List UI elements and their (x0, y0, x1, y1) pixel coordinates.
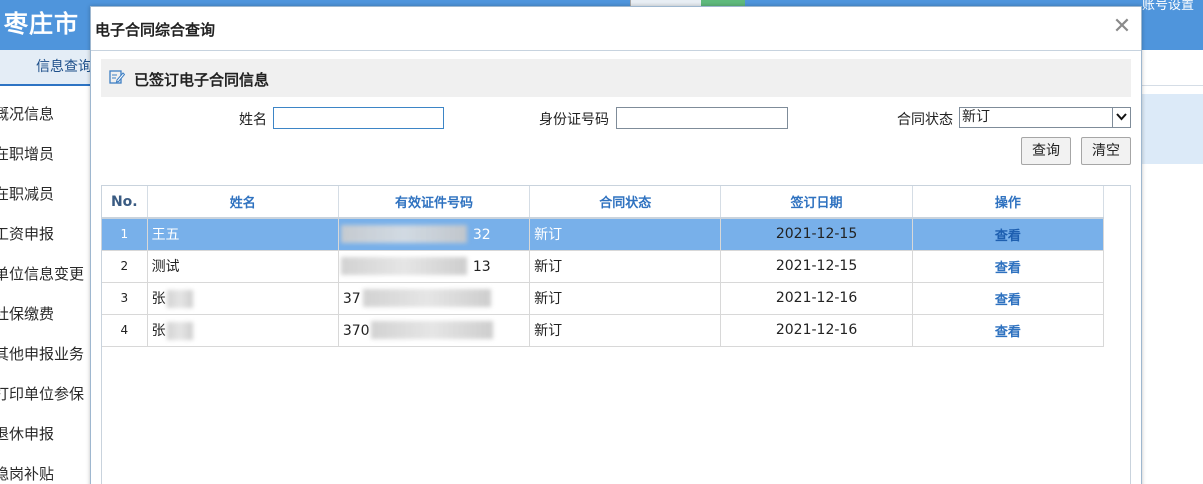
row-id-number: 32 (338, 218, 531, 251)
col-header-status: 合同状态 (529, 186, 722, 219)
search-button[interactable]: 查询 (1021, 137, 1071, 165)
row-date: 2021-12-16 (720, 282, 913, 315)
row-id-visible: 370 (342, 322, 370, 339)
app-title: 枣庄市 (4, 10, 79, 38)
sidebar-item[interactable]: 其他申报业务 (0, 334, 90, 374)
table-row[interactable]: 2 测试 13 新订 2021-12-15 查看 (102, 250, 1105, 283)
view-link[interactable]: 查看 (912, 250, 1105, 283)
sidebar-item[interactable]: 单位信息变更 (0, 254, 90, 294)
table-row[interactable]: 1 王五 32 新订 2021-12-15 查看 (102, 218, 1105, 251)
contract-query-dialog: 电子合同综合查询 ✕ 已签订电子合同信息 姓名 身份证号码 合同状态 新订 查询… (90, 6, 1142, 484)
section-title: 已签订电子合同信息 (134, 71, 270, 89)
sidebar-item[interactable]: 稳岗补贴 (0, 454, 90, 484)
row-name-visible: 张 (151, 323, 166, 339)
right-panel-highlight (1142, 94, 1203, 164)
row-name: 张 (147, 314, 339, 347)
name-label: 姓名 (239, 112, 267, 128)
table-row[interactable]: 4 张 370 新订 2021-12-16 查看 (102, 314, 1105, 347)
row-id-number: 37 (338, 282, 531, 315)
row-name: 测试 (147, 250, 339, 283)
col-header-name: 姓名 (147, 186, 339, 219)
view-link[interactable]: 查看 (912, 282, 1105, 315)
row-name-visible: 张 (151, 291, 166, 307)
sidebar-item[interactable]: 概况信息 (0, 94, 90, 134)
row-status: 新订 (529, 250, 722, 283)
edit-icon (109, 69, 126, 85)
row-status: 新订 (529, 314, 722, 347)
row-date: 2021-12-16 (720, 314, 913, 347)
row-id-number: 13 (338, 250, 531, 283)
sidebar-item[interactable]: 打印单位参保 (0, 374, 90, 414)
sidebar-item[interactable]: 退休申报 (0, 414, 90, 454)
tab-info-query[interactable]: 信息查询 (0, 50, 100, 86)
results-table: No. 姓名 有效证件号码 合同状态 签订日期 操作 1 王五 32 新订 20… (102, 186, 1105, 347)
col-header-id: 有效证件号码 (338, 186, 531, 219)
row-number: 3 (102, 282, 148, 315)
row-status: 新订 (529, 282, 722, 315)
close-icon[interactable]: ✕ (1111, 16, 1133, 38)
sidebar-item[interactable]: 工资申报 (0, 214, 90, 254)
table-header-row: No. 姓名 有效证件号码 合同状态 签订日期 操作 (102, 186, 1105, 219)
row-name: 王五 (147, 218, 339, 251)
row-date: 2021-12-15 (720, 218, 913, 251)
sidebar: 概况信息 在职增员 在职减员 工资申报 单位信息变更 社保缴费 其他申报业务 打… (0, 86, 90, 484)
col-header-no: No. (102, 186, 148, 219)
results-table-container: No. 姓名 有效证件号码 合同状态 签订日期 操作 1 王五 32 新订 20… (101, 185, 1131, 484)
dialog-titlebar: 电子合同综合查询 ✕ (91, 7, 1141, 51)
row-number: 1 (102, 218, 148, 251)
row-name: 张 (147, 282, 339, 315)
table-row[interactable]: 3 张 37 新订 2021-12-16 查看 (102, 282, 1105, 315)
row-id-visible: 37 (342, 290, 361, 307)
contract-status-label: 合同状态 (897, 112, 953, 128)
contract-status-value: 新订 (962, 109, 990, 125)
clear-button[interactable]: 清空 (1081, 137, 1131, 165)
view-link[interactable]: 查看 (912, 314, 1105, 347)
col-header-action: 操作 (912, 186, 1105, 219)
row-id-visible: 13 (472, 258, 491, 275)
sidebar-item[interactable]: 社保缴费 (0, 294, 90, 334)
row-number: 2 (102, 250, 148, 283)
row-id-number: 370 (338, 314, 531, 347)
id-number-label: 身份证号码 (539, 112, 609, 128)
row-number: 4 (102, 314, 148, 347)
name-input[interactable] (273, 107, 444, 129)
row-status: 新订 (529, 218, 722, 251)
dialog-title: 电子合同综合查询 (95, 21, 216, 39)
account-settings-link[interactable]: 账号设置 (1142, 0, 1194, 13)
section-header: 已签订电子合同信息 (101, 59, 1131, 97)
contract-status-select[interactable]: 新订 (959, 107, 1131, 128)
sidebar-item[interactable]: 在职增员 (0, 134, 90, 174)
sidebar-item[interactable]: 在职减员 (0, 174, 90, 214)
view-link[interactable]: 查看 (912, 218, 1105, 251)
chevron-down-icon[interactable] (1112, 108, 1130, 127)
row-id-visible: 32 (472, 227, 491, 243)
col-header-date: 签订日期 (720, 186, 913, 219)
row-date: 2021-12-15 (720, 250, 913, 283)
id-number-input[interactable] (616, 107, 788, 129)
